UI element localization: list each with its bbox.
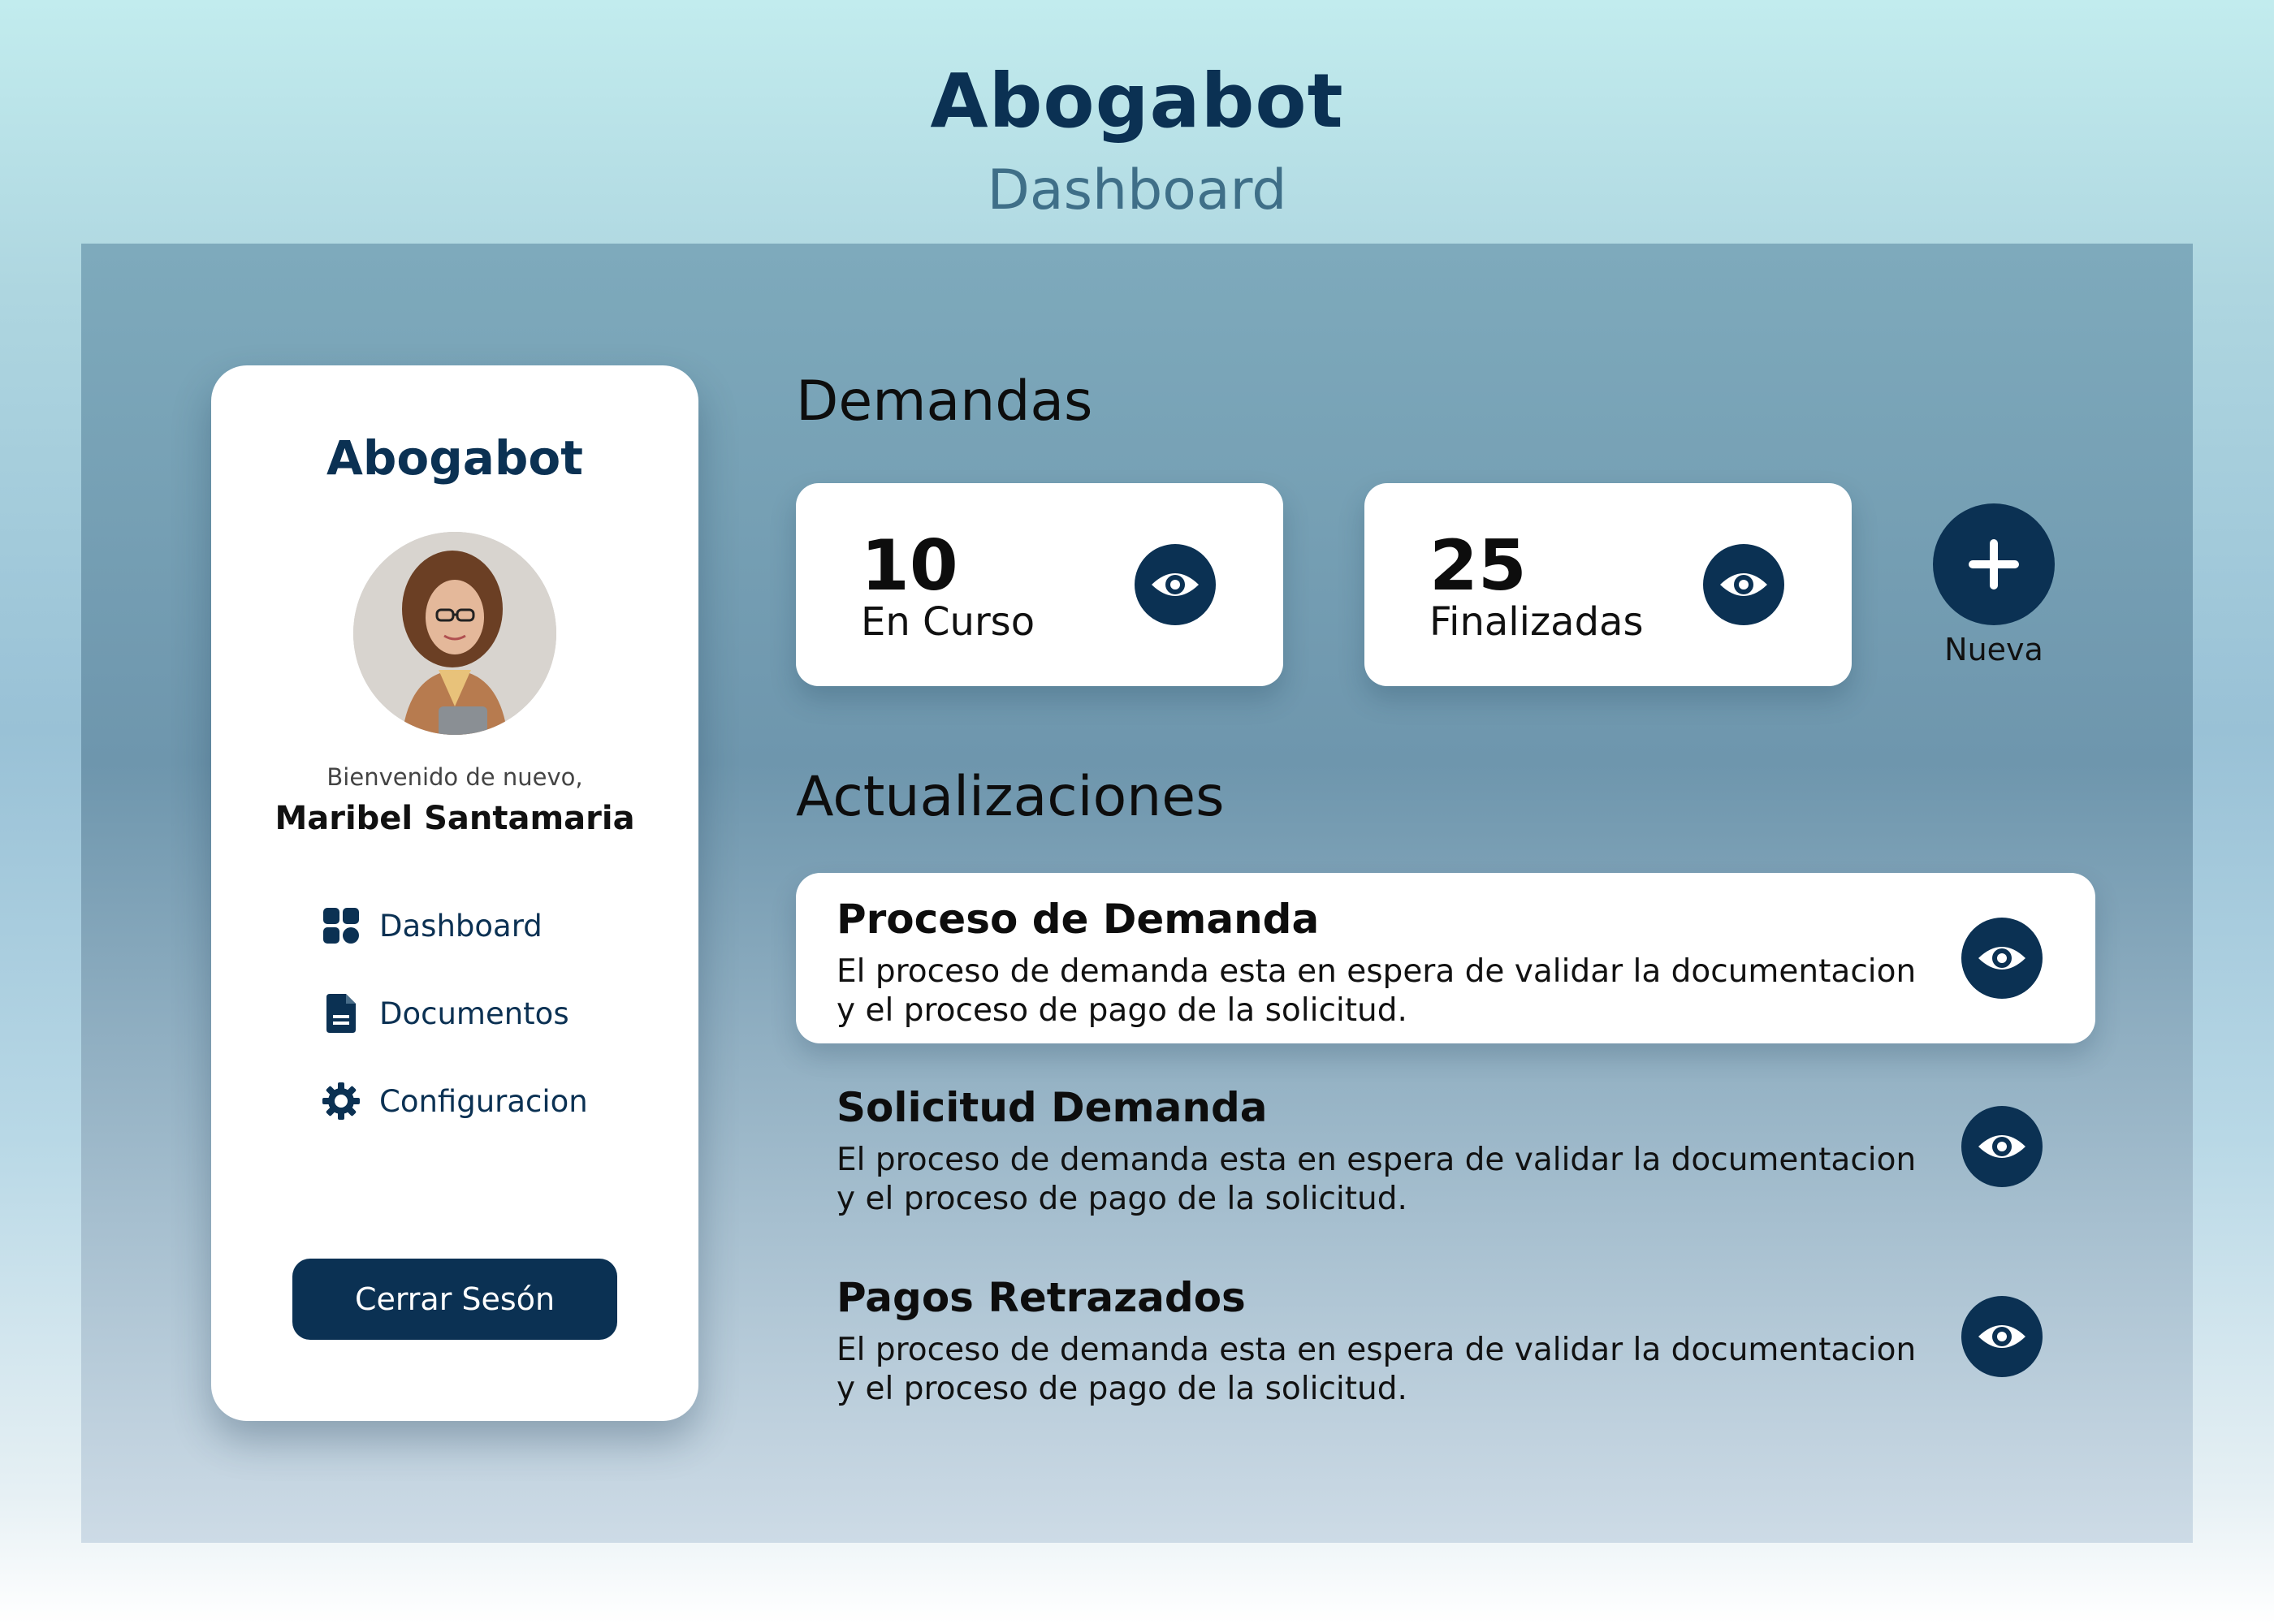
nav-item-documentos[interactable]: Documentos	[321, 989, 569, 1038]
view-update-button[interactable]	[1961, 918, 2043, 999]
plus-icon	[1969, 539, 2019, 590]
stat-label: En Curso	[861, 599, 1035, 645]
dashboard-grid-icon	[321, 905, 361, 946]
sidebar-brand: Abogabot	[326, 430, 583, 486]
nav-item-dashboard[interactable]: Dashboard	[321, 901, 543, 950]
stat-value: 25	[1429, 525, 1527, 607]
sidebar: Abogabot Bienvenido de nuevo, Maribel Sa…	[211, 365, 698, 1421]
nav-label: Dashboard	[379, 908, 543, 944]
update-description: El proceso de demanda esta en espera de …	[837, 1332, 1917, 1407]
update-item: Solicitud Demanda El proceso de demanda …	[796, 1061, 2095, 1232]
eye-icon	[1152, 573, 1199, 596]
nav-label: Documentos	[379, 996, 569, 1031]
update-description: El proceso de demanda esta en espera de …	[837, 953, 1917, 1029]
eye-icon	[1978, 1325, 2025, 1348]
new-demand-button[interactable]	[1933, 503, 2055, 625]
update-title: Solicitud Demanda	[837, 1084, 1268, 1131]
new-demand-label: Nueva	[1944, 632, 2043, 667]
stat-card-en-curso: 10 En Curso	[796, 483, 1283, 686]
nav-label: Configuracion	[379, 1083, 588, 1119]
stat-value: 10	[861, 525, 958, 607]
user-name: Maribel Santamaria	[275, 800, 635, 837]
eye-icon	[1978, 947, 2025, 970]
stat-card-finalizadas: 25 Finalizadas	[1364, 483, 1852, 686]
page-header: Abogabot Dashboard	[0, 49, 2274, 227]
view-update-button[interactable]	[1961, 1296, 2043, 1377]
nav-item-configuracion[interactable]: Configuracion	[321, 1077, 588, 1125]
section-title-actualizaciones: Actualizaciones	[796, 765, 1225, 829]
update-description: El proceso de demanda esta en espera de …	[837, 1142, 1917, 1217]
page-subtitle: Dashboard	[987, 158, 1287, 222]
gear-icon	[321, 1081, 361, 1121]
app-title: Abogabot	[930, 58, 1344, 145]
logout-button[interactable]: Cerrar Sesón	[292, 1259, 617, 1340]
view-en-curso-button[interactable]	[1135, 544, 1216, 625]
document-icon	[321, 993, 361, 1034]
update-item: Proceso de Demanda El proceso de demanda…	[796, 873, 2095, 1043]
eye-icon	[1720, 573, 1767, 596]
section-title-demandas: Demandas	[796, 369, 1093, 434]
avatar	[353, 532, 556, 735]
update-title: Pagos Retrazados	[837, 1274, 1246, 1321]
eye-icon	[1978, 1135, 2025, 1158]
update-title: Proceso de Demanda	[837, 896, 1320, 943]
stat-label: Finalizadas	[1429, 599, 1644, 645]
welcome-text: Bienvenido de nuevo,	[326, 763, 583, 791]
view-update-button[interactable]	[1961, 1106, 2043, 1187]
view-finalizadas-button[interactable]	[1703, 544, 1784, 625]
update-item: Pagos Retrazados El proceso de demanda e…	[796, 1251, 2095, 1422]
